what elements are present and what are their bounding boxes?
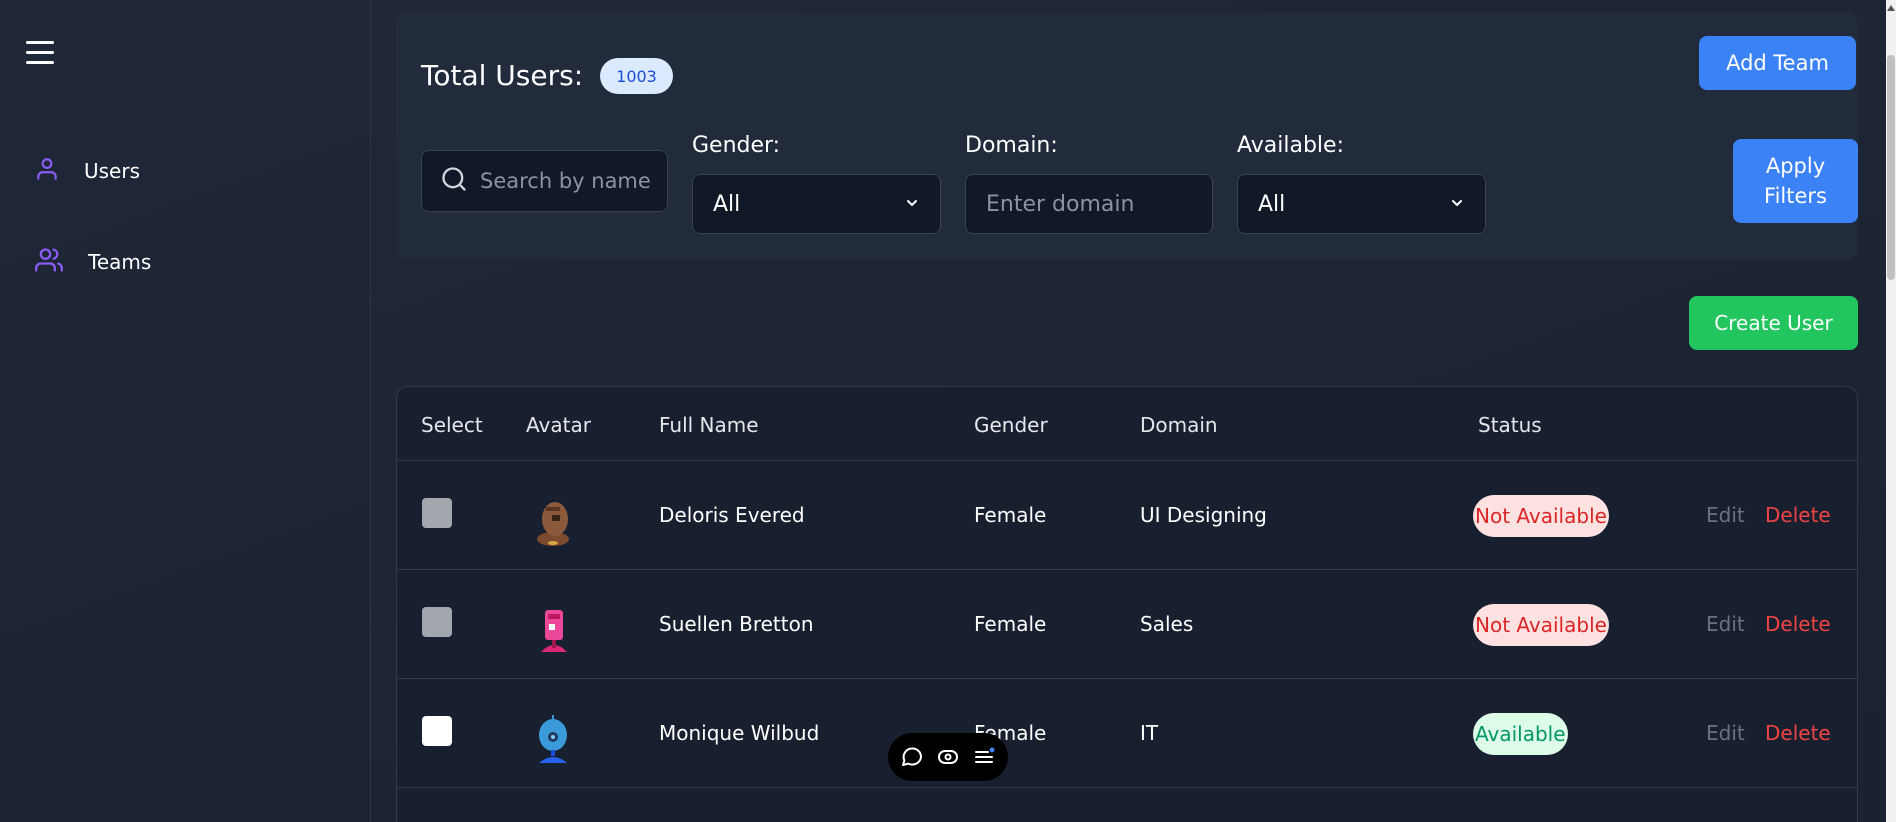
edit-button[interactable]: Edit	[1706, 612, 1745, 636]
domain-input[interactable]: Enter domain	[965, 174, 1213, 234]
edit-button[interactable]: Edit	[1706, 721, 1745, 745]
row-full-name: Suellen Bretton	[659, 612, 814, 636]
hamburger-menu-icon[interactable]	[26, 41, 58, 69]
scrollbar-thumb[interactable]	[1887, 55, 1895, 280]
sidebar-item-users[interactable]: Users	[34, 155, 140, 187]
gender-label: Gender:	[692, 133, 781, 158]
page-title: Total Users:	[421, 59, 584, 92]
sidebar: Users Teams	[0, 0, 371, 822]
table-header: Select Avatar Full Name Gender Domain St…	[397, 387, 1857, 461]
gender-select-value: All	[713, 191, 741, 217]
delete-button[interactable]: Delete	[1765, 503, 1831, 527]
user-icon	[34, 155, 60, 187]
row-select-checkbox[interactable]	[422, 498, 452, 528]
add-team-button[interactable]: Add Team	[1699, 36, 1856, 90]
delete-button[interactable]: Delete	[1765, 612, 1831, 636]
row-full-name: Deloris Evered	[659, 503, 805, 527]
sidebar-item-label: Users	[84, 159, 141, 183]
gender-select[interactable]: All	[692, 174, 941, 234]
users-table: Select Avatar Full Name Gender Domain St…	[396, 386, 1858, 822]
main-content: Total Users: 1003 Add Team Gender: All D…	[371, 0, 1896, 822]
column-header-status: Status	[1478, 413, 1542, 437]
search-input[interactable]	[480, 169, 660, 193]
status-badge: Not Available	[1473, 495, 1609, 537]
chevron-down-icon	[904, 192, 920, 217]
row-domain: Sales	[1140, 612, 1194, 636]
comment-icon[interactable]	[900, 745, 924, 769]
domain-label: Domain:	[965, 133, 1058, 158]
row-domain: UI Designing	[1140, 503, 1267, 527]
row-full-name: Monique Wilbud	[659, 721, 820, 745]
available-select[interactable]: All	[1237, 174, 1486, 234]
menu-list-icon[interactable]	[972, 745, 996, 769]
page-scrollbar[interactable]	[1886, 0, 1896, 822]
column-header-gender: Gender	[974, 413, 1048, 437]
column-header-select: Select	[421, 413, 483, 437]
row-select-checkbox[interactable]	[422, 607, 452, 637]
users-icon	[34, 246, 64, 278]
floating-toolbar	[888, 733, 1008, 781]
apply-filters-label-line1: Apply	[1765, 154, 1826, 178]
column-header-avatar: Avatar	[526, 413, 591, 437]
chevron-down-icon	[1449, 192, 1465, 217]
apply-filters-button[interactable]: Apply Filters	[1733, 139, 1858, 223]
available-label: Available:	[1237, 133, 1344, 158]
column-header-full-name: Full Name	[659, 413, 759, 437]
create-user-button[interactable]: Create User	[1689, 296, 1858, 350]
search-icon	[440, 165, 468, 197]
search-field[interactable]	[421, 150, 668, 212]
scroll-up-arrow-icon[interactable]	[1886, 0, 1896, 16]
status-badge: Available	[1473, 713, 1568, 755]
column-header-domain: Domain	[1140, 413, 1218, 437]
status-badge: Not Available	[1473, 604, 1609, 646]
avatar	[527, 713, 579, 767]
row-gender: Female	[974, 503, 1047, 527]
sidebar-item-teams[interactable]: Teams	[34, 246, 151, 278]
table-row: Suellen Bretton Female Sales Not Availab…	[397, 570, 1857, 679]
delete-button[interactable]: Delete	[1765, 721, 1831, 745]
row-select-checkbox[interactable]	[422, 716, 452, 746]
apply-filters-label-line2: Filters	[1764, 184, 1827, 208]
sidebar-item-label: Teams	[88, 250, 152, 274]
available-select-value: All	[1258, 191, 1286, 217]
table-row: Deloris Evered Female UI Designing Not A…	[397, 461, 1857, 570]
table-row: Monique Wilbud Female IT Available Edit …	[397, 679, 1857, 788]
edit-button[interactable]: Edit	[1706, 503, 1745, 527]
domain-placeholder: Enter domain	[986, 191, 1135, 217]
user-count-badge: 1003	[600, 58, 673, 94]
row-domain: IT	[1140, 721, 1159, 745]
avatar	[527, 604, 579, 658]
avatar	[527, 495, 579, 549]
row-gender: Female	[974, 612, 1047, 636]
eye-icon[interactable]	[936, 745, 960, 769]
filter-panel: Total Users: 1003 Add Team Gender: All D…	[396, 12, 1858, 260]
